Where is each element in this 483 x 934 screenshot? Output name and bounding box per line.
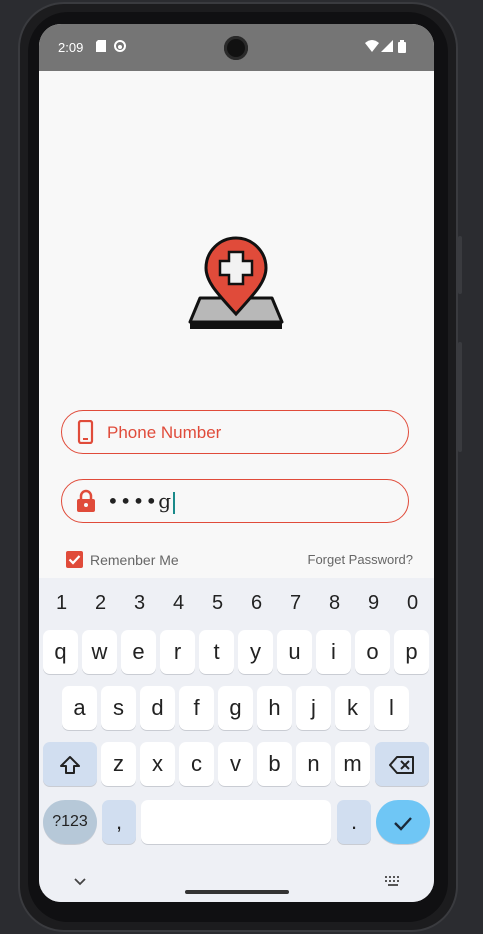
period-key[interactable]: . <box>337 800 371 844</box>
key-8[interactable]: 8 <box>315 592 354 615</box>
key-e[interactable]: e <box>121 630 156 674</box>
key-2[interactable]: 2 <box>81 592 120 615</box>
key-4[interactable]: 4 <box>159 592 198 615</box>
remember-me-checkbox[interactable] <box>66 551 83 568</box>
remember-me-label: Remenber Me <box>90 551 179 568</box>
keyboard-icon[interactable] <box>385 873 401 891</box>
text-cursor <box>173 491 175 514</box>
key-h[interactable]: h <box>257 686 292 730</box>
front-camera <box>224 36 248 60</box>
forget-password-link[interactable]: Forget Password? <box>308 552 414 567</box>
key-5[interactable]: 5 <box>198 592 237 615</box>
key-n[interactable]: n <box>296 742 331 786</box>
status-time: 2:09 <box>58 40 84 55</box>
status-bar: 2:09 <box>39 24 434 71</box>
symbols-key[interactable]: ?123 <box>43 800 97 844</box>
shift-icon <box>59 751 81 776</box>
key-d[interactable]: d <box>140 686 175 730</box>
key-s[interactable]: s <box>101 686 136 730</box>
key-c[interactable]: c <box>179 742 214 786</box>
screen: 2:09 Phone Number ••••g Remenber Me Forg… <box>39 24 434 902</box>
battery-icon <box>398 40 406 56</box>
key-r[interactable]: r <box>160 630 195 674</box>
password-value: ••••g <box>107 489 175 514</box>
phone-number-field[interactable]: Phone Number <box>61 410 409 454</box>
signal-icon <box>381 40 393 55</box>
key-q[interactable]: q <box>43 630 78 674</box>
key-m[interactable]: m <box>335 742 370 786</box>
key-z[interactable]: z <box>101 742 136 786</box>
power-button <box>458 342 462 452</box>
key-j[interactable]: j <box>296 686 331 730</box>
enter-key[interactable] <box>376 800 430 844</box>
key-g[interactable]: g <box>218 686 253 730</box>
password-field[interactable]: ••••g <box>61 479 409 523</box>
key-w[interactable]: w <box>82 630 117 674</box>
key-1[interactable]: 1 <box>42 592 81 615</box>
key-f[interactable]: f <box>179 686 214 730</box>
password-typed-char: g <box>158 489 172 513</box>
key-7[interactable]: 7 <box>276 592 315 615</box>
phone-icon <box>76 419 96 445</box>
key-k[interactable]: k <box>335 686 370 730</box>
key-o[interactable]: o <box>355 630 390 674</box>
comma-key[interactable]: , <box>102 800 136 844</box>
shift-key[interactable] <box>43 742 97 786</box>
soft-keyboard: 1 2 3 4 5 6 7 8 9 0 q w e r t y u i o p … <box>39 578 434 902</box>
home-handle[interactable] <box>185 890 289 894</box>
key-a[interactable]: a <box>62 686 97 730</box>
key-6[interactable]: 6 <box>237 592 276 615</box>
navigation-bar <box>39 861 434 902</box>
key-x[interactable]: x <box>140 742 175 786</box>
key-u[interactable]: u <box>277 630 312 674</box>
key-y[interactable]: y <box>238 630 273 674</box>
wifi-icon <box>365 40 379 55</box>
key-p[interactable]: p <box>394 630 429 674</box>
chevron-down-icon[interactable] <box>74 873 86 891</box>
lock-icon <box>76 489 96 513</box>
backspace-icon <box>389 751 415 776</box>
android-icon <box>114 40 126 55</box>
volume-button <box>458 236 462 294</box>
spacebar[interactable] <box>141 800 331 844</box>
check-icon <box>392 809 414 834</box>
key-0[interactable]: 0 <box>393 592 432 615</box>
key-b[interactable]: b <box>257 742 292 786</box>
key-l[interactable]: l <box>374 686 409 730</box>
key-9[interactable]: 9 <box>354 592 393 615</box>
key-i[interactable]: i <box>316 630 351 674</box>
key-t[interactable]: t <box>199 630 234 674</box>
sd-card-icon <box>96 40 106 55</box>
medical-location-pin-icon <box>188 236 284 332</box>
backspace-key[interactable] <box>375 742 429 786</box>
remember-me[interactable]: Remenber Me <box>66 551 179 568</box>
password-mask: •••• <box>107 489 159 513</box>
key-3[interactable]: 3 <box>120 592 159 615</box>
phone-number-placeholder: Phone Number <box>107 423 222 442</box>
key-v[interactable]: v <box>218 742 253 786</box>
